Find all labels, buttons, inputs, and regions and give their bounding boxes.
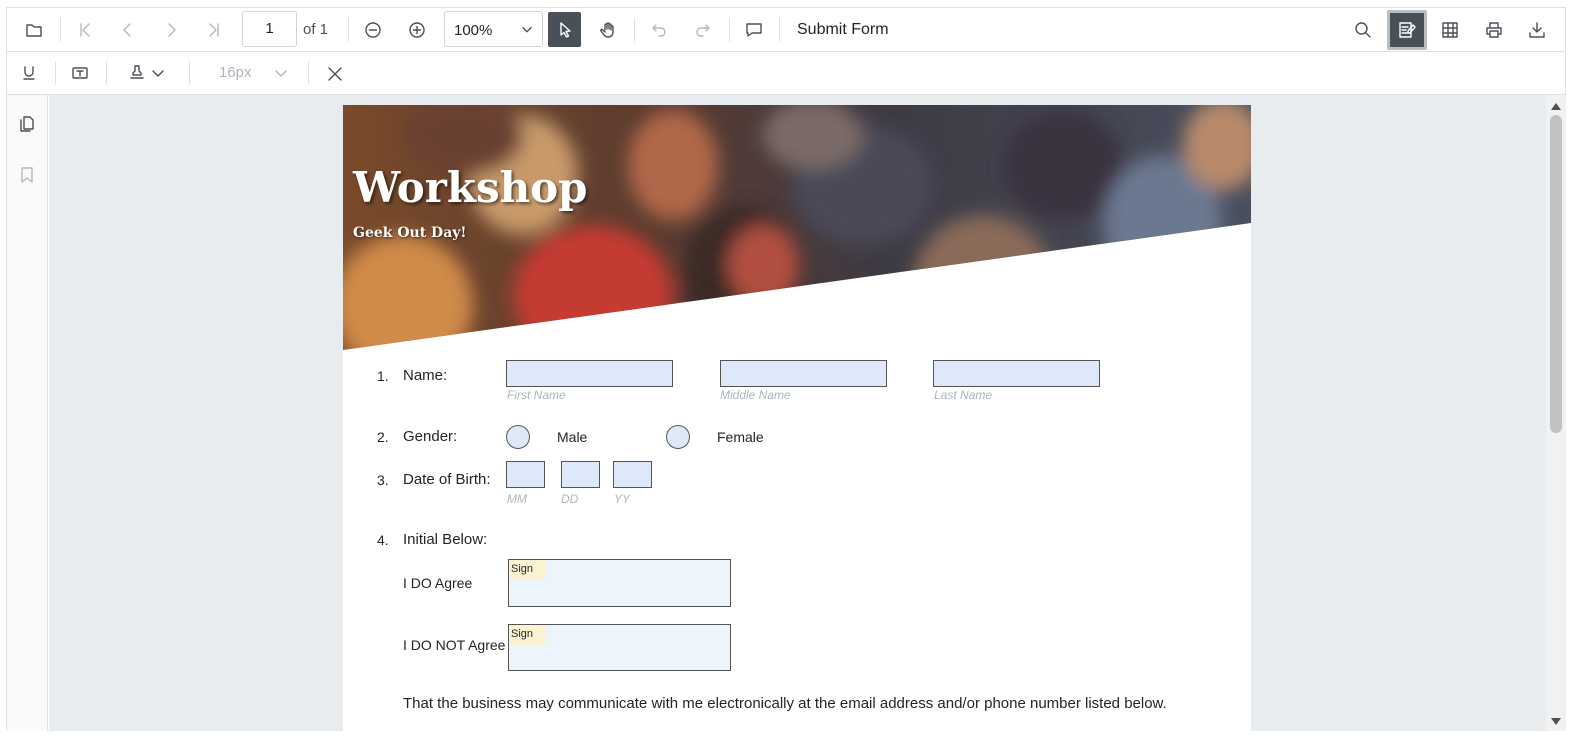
dob-year-field[interactable] xyxy=(613,461,652,488)
agree-label: I DO Agree xyxy=(403,575,473,591)
undo-icon[interactable] xyxy=(643,14,675,46)
agree-signature-field[interactable]: Sign xyxy=(508,559,731,607)
underline-icon[interactable] xyxy=(13,57,45,89)
zoom-in-icon[interactable] xyxy=(401,14,433,46)
chevron-down-icon[interactable] xyxy=(270,57,292,89)
chevron-down-icon xyxy=(516,18,538,40)
last-page-icon[interactable] xyxy=(198,14,230,46)
dob-day-hint: DD xyxy=(561,492,579,506)
middle-name-field[interactable] xyxy=(720,360,887,387)
annotation-toolbar: 16px xyxy=(7,52,1565,95)
pdf-page: Workshop Geek Out Day! 1. Name: First Na… xyxy=(343,105,1251,731)
banner-subtitle: Geek Out Day! xyxy=(353,225,467,241)
scrollbar-thumb[interactable] xyxy=(1550,115,1562,433)
next-page-icon[interactable] xyxy=(155,14,187,46)
q1-number: 1. xyxy=(377,368,389,384)
main-toolbar: 1 of 1 100% Submit Form xyxy=(7,8,1565,52)
first-name-field[interactable] xyxy=(506,360,673,387)
previous-page-icon[interactable] xyxy=(112,14,144,46)
first-page-icon[interactable] xyxy=(69,14,101,46)
first-name-hint: First Name xyxy=(507,388,566,402)
sign-tag: Sign xyxy=(509,625,546,645)
q3-label: Date of Birth: xyxy=(403,471,491,488)
male-option-label: Male xyxy=(557,429,588,445)
submit-form-button[interactable]: Submit Form xyxy=(797,21,889,39)
form-designer-icon[interactable] xyxy=(1387,10,1427,50)
zoom-dropdown[interactable]: 100% xyxy=(444,11,543,47)
dob-day-field[interactable] xyxy=(561,461,600,488)
last-name-field[interactable] xyxy=(933,360,1100,387)
form-fields-grid-icon[interactable] xyxy=(1434,14,1466,46)
consent-text: That the business may communicate with m… xyxy=(403,695,1167,712)
text-box-field-icon[interactable] xyxy=(64,57,96,89)
middle-name-hint: Middle Name xyxy=(720,388,791,402)
q2-number: 2. xyxy=(377,429,389,445)
pdf-viewer: 1 of 1 100% Submit Form 16px Workshop Ge… xyxy=(6,7,1566,731)
search-icon[interactable] xyxy=(1347,14,1379,46)
open-folder-icon[interactable] xyxy=(18,14,50,46)
redo-icon[interactable] xyxy=(687,14,719,46)
pan-tool-icon[interactable] xyxy=(592,14,624,46)
zoom-out-icon[interactable] xyxy=(357,14,389,46)
page-thumbnails-icon[interactable] xyxy=(11,108,43,140)
male-radio[interactable] xyxy=(506,425,530,449)
selection-tool-icon[interactable] xyxy=(548,12,581,47)
chevron-down-icon[interactable] xyxy=(147,57,169,89)
q2-label: Gender: xyxy=(403,428,458,445)
navigation-sidebar xyxy=(7,95,48,731)
workshop-banner-image xyxy=(343,105,1251,350)
dob-month-field[interactable] xyxy=(506,461,545,488)
print-icon[interactable] xyxy=(1478,14,1510,46)
close-icon[interactable] xyxy=(319,58,351,90)
download-icon[interactable] xyxy=(1521,14,1553,46)
font-size-select[interactable]: 16px xyxy=(219,64,252,81)
zoom-value: 100% xyxy=(454,22,493,39)
dob-month-hint: MM xyxy=(507,492,527,506)
document-viewport[interactable]: Workshop Geek Out Day! 1. Name: First Na… xyxy=(49,95,1546,731)
vertical-scrollbar[interactable] xyxy=(1546,95,1566,731)
last-name-hint: Last Name xyxy=(934,388,993,402)
q3-number: 3. xyxy=(377,472,389,488)
female-radio[interactable] xyxy=(666,425,690,449)
female-option-label: Female xyxy=(717,429,764,445)
scroll-up-arrow-icon[interactable] xyxy=(1551,103,1561,110)
q4-number: 4. xyxy=(377,532,389,548)
comment-icon[interactable] xyxy=(738,14,770,46)
scroll-down-arrow-icon[interactable] xyxy=(1551,718,1561,725)
page-count-label: of 1 xyxy=(303,21,329,38)
disagree-signature-field[interactable]: Sign xyxy=(508,624,731,671)
q1-label: Name: xyxy=(403,367,448,384)
page-number-input[interactable]: 1 xyxy=(242,11,297,47)
disagree-label: I DO NOT Agree xyxy=(403,637,506,653)
bookmark-icon[interactable] xyxy=(11,159,43,191)
dob-year-hint: YY xyxy=(614,492,631,506)
sign-tag: Sign xyxy=(509,560,546,580)
q4-label: Initial Below: xyxy=(403,531,488,548)
banner-title: Workshop xyxy=(353,163,588,212)
